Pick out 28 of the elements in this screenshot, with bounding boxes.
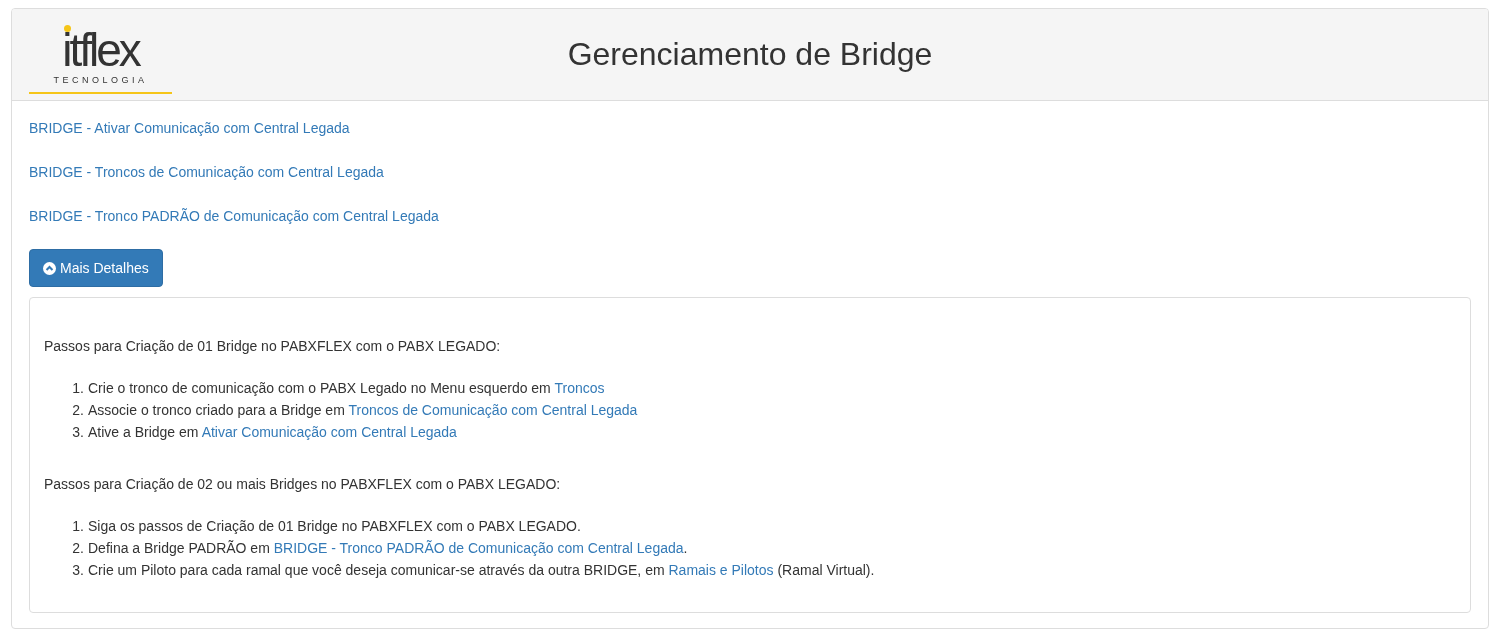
step-link[interactable]: BRIDGE - Tronco PADRÃO de Comunicação com Central Legada — [273, 540, 684, 556]
step-text: Crie um Piloto para cada ramal que você deseja comunicar-se através da outra BRIDGE, em Ramais e Pilotos (Ramal Virtual). — [88, 561, 875, 580]
step-text: Siga os passos de Criação de 01 Bridge no PABXFLEX com o PABX LEGADO. — [88, 517, 581, 536]
page-title: Gerenciamento de Bridge — [567, 36, 933, 73]
step-text: Ative a Bridge em Ativar Comunicação com Central Legada — [88, 423, 457, 442]
step-number: 3. — [72, 423, 84, 442]
step-number: 2. — [72, 401, 84, 420]
step-link[interactable]: Ativar Comunicação com Central Legada — [201, 424, 457, 440]
steps-heading: Passos para Criação de 02 ou mais Bridges no PABXFLEX com o PABX LEGADO: — [44, 475, 562, 493]
bridge-link[interactable]: BRIDGE - Tronco PADRÃO de Comunicação com Central Legada — [29, 207, 439, 225]
steps-heading: Passos para Criação de 01 Bridge no PABXFLEX com o PABX LEGADO: — [44, 337, 502, 355]
step-link[interactable]: Ramais e Pilotos — [668, 562, 774, 578]
details-button[interactable]: Mais Detalhes — [29, 249, 163, 287]
step-number: 1. — [72, 517, 84, 536]
step-text: Defina a Bridge PADRÃO em BRIDGE - Tronco PADRÃO de Comunicação com Central Legada. — [88, 539, 688, 558]
step-text: Crie o tronco de comunicação com o PABX Legado no Menu esquerdo em Troncos — [88, 379, 605, 398]
bridge-link[interactable]: BRIDGE - Ativar Comunicação com Central Legada — [29, 119, 350, 137]
chevron-circle-icon — [43, 261, 56, 275]
logo-name: itflex — [62, 33, 139, 67]
logo-tagline: TECNOLOGIA — [53, 75, 148, 85]
step-link[interactable]: Troncos — [554, 380, 605, 396]
step-link[interactable]: Troncos de Comunicação com Central Legada — [348, 402, 638, 418]
step-number: 1. — [72, 379, 84, 398]
logo-dot-icon — [64, 25, 72, 32]
bridge-link[interactable]: BRIDGE - Troncos de Comunicação com Central Legada — [29, 163, 384, 181]
step-number: 3. — [72, 561, 84, 580]
step-text: Associe o tronco criado para a Bridge em Troncos de Comunicação com Central Legada — [88, 401, 638, 420]
step-number: 2. — [72, 539, 84, 558]
